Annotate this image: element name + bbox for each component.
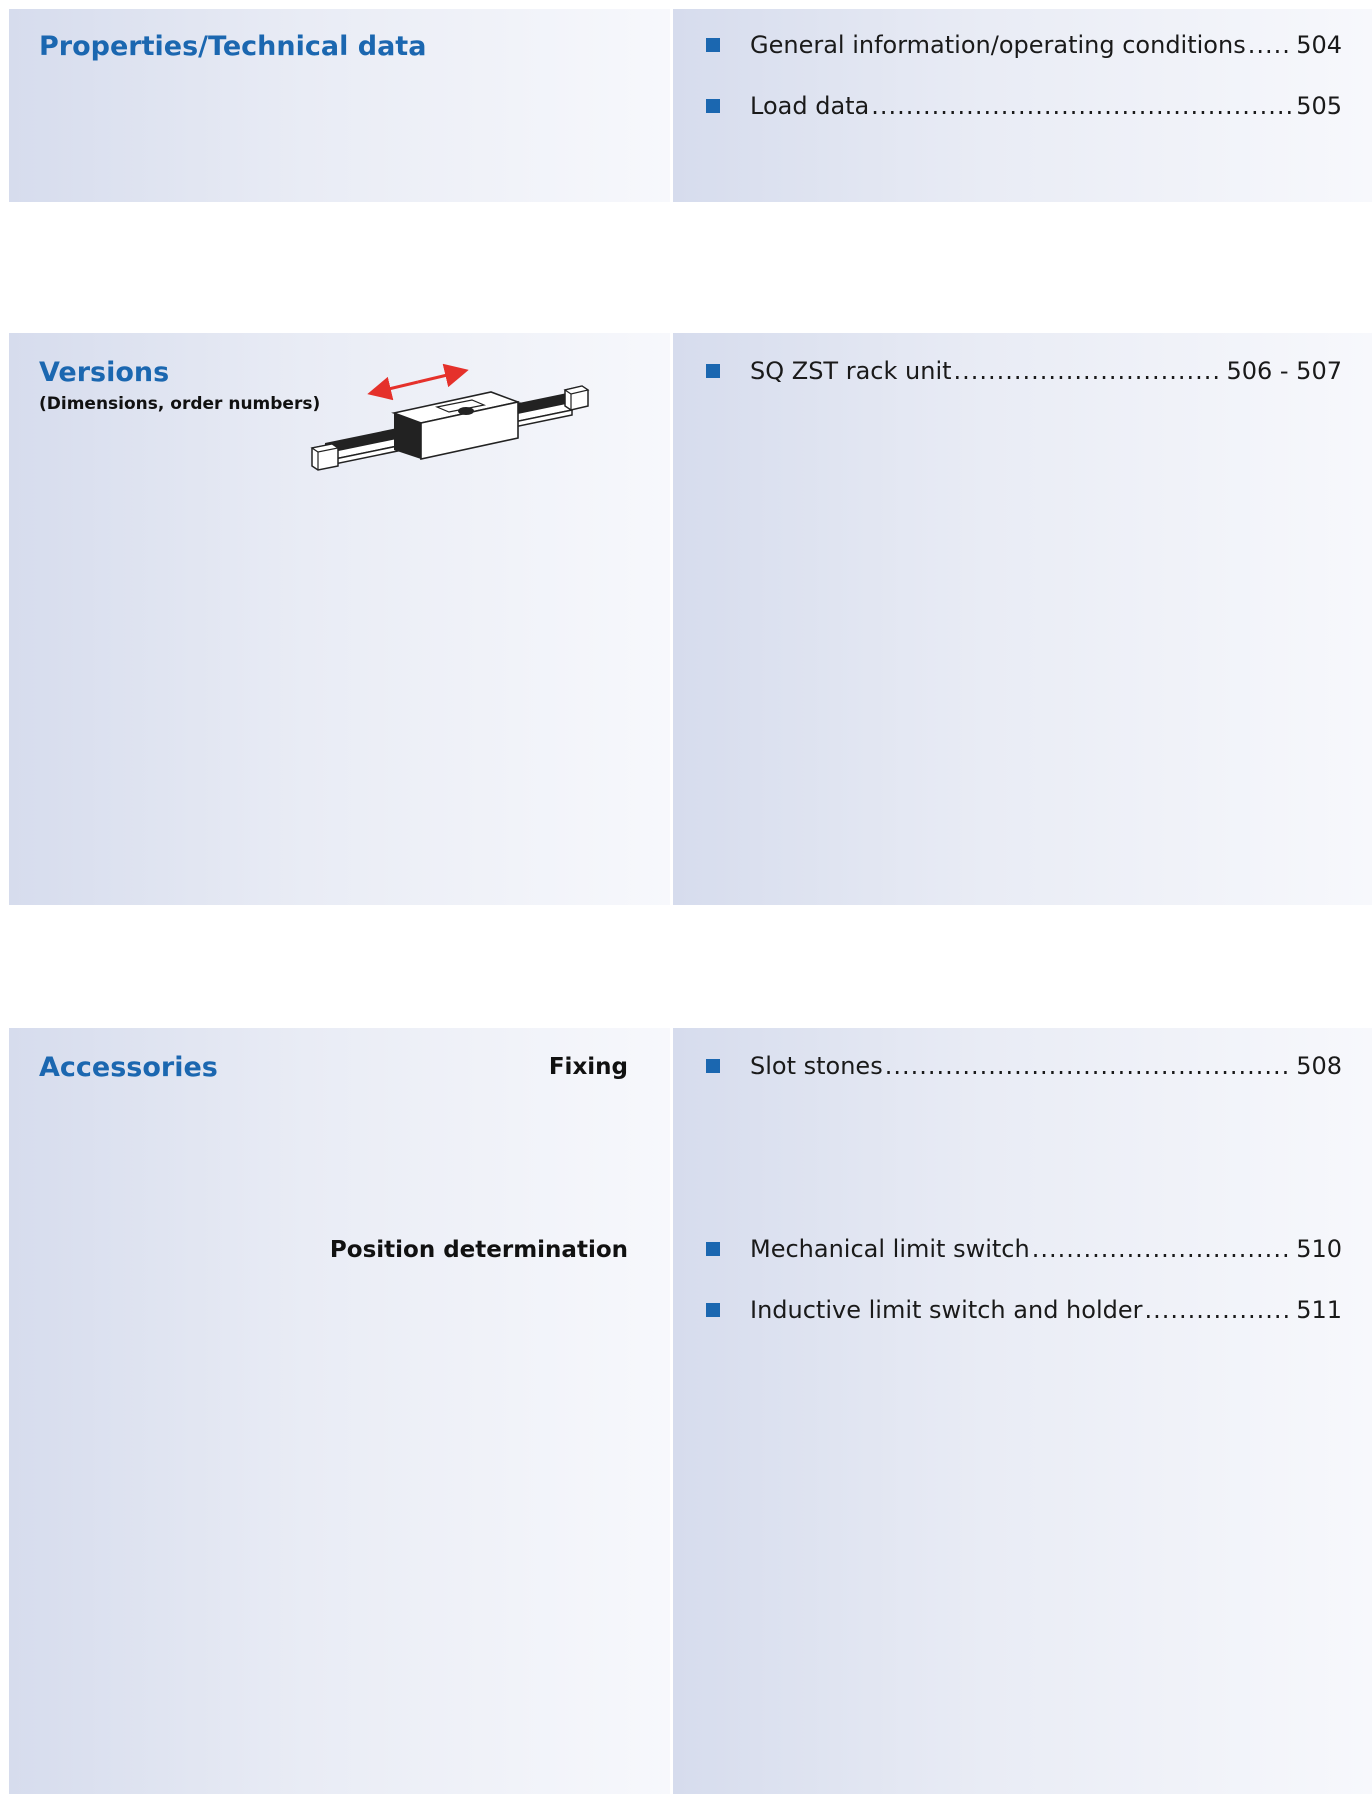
square-bullet-icon [706, 38, 720, 52]
square-bullet-icon [706, 1242, 720, 1256]
section-title-properties: Properties/Technical data [39, 31, 427, 62]
toc-item-general-information[interactable]: General information/operating conditions… [706, 30, 1342, 91]
toc-item-page: 505 [1296, 92, 1342, 120]
toc-item-label: Inductive limit switch and holder [750, 1296, 1143, 1324]
toc-item-label: Mechanical limit switch [750, 1235, 1030, 1263]
properties-toc: General information/operating conditions… [706, 30, 1342, 152]
toc-item-inductive-limit-switch[interactable]: Inductive limit switch and holder 511 [706, 1295, 1342, 1356]
square-bullet-icon [706, 1059, 720, 1073]
toc-item-page: 508 [1296, 1052, 1342, 1080]
toc-item-mechanical-limit-switch[interactable]: Mechanical limit switch 510 [706, 1234, 1342, 1295]
accessories-left-panel [9, 1028, 670, 1794]
fixing-toc: Slot stones 508 [706, 1051, 1342, 1112]
toc-item-sq-zst-rack-unit[interactable]: SQ ZST rack unit 506 - 507 [706, 356, 1342, 417]
dot-leader [1144, 1295, 1292, 1325]
toc-item-load-data[interactable]: Load data 505 [706, 91, 1342, 152]
section-title-versions: Versions [39, 357, 170, 388]
dot-leader [885, 1051, 1292, 1081]
square-bullet-icon [706, 99, 720, 113]
square-bullet-icon [706, 364, 720, 378]
position-determination-toc: Mechanical limit switch 510 Inductive li… [706, 1234, 1342, 1356]
toc-item-page: 506 - 507 [1226, 357, 1342, 385]
dot-leader [1032, 1234, 1292, 1264]
dot-leader [954, 356, 1223, 386]
section-subtitle-versions: (Dimensions, order numbers) [39, 394, 321, 414]
versions-right-panel [673, 333, 1372, 905]
toc-item-label: Load data [750, 92, 870, 120]
versions-toc: SQ ZST rack unit 506 - 507 [706, 356, 1342, 417]
toc-item-page: 511 [1296, 1296, 1342, 1324]
toc-item-label: SQ ZST rack unit [750, 357, 952, 385]
group-label-fixing: Fixing [548, 1054, 628, 1080]
square-bullet-icon [706, 1303, 720, 1317]
toc-item-slot-stones[interactable]: Slot stones 508 [706, 1051, 1342, 1112]
section-title-accessories: Accessories [39, 1052, 218, 1083]
group-label-position-determination: Position determination [329, 1237, 628, 1263]
toc-item-label: Slot stones [750, 1052, 883, 1080]
accessories-right-panel [673, 1028, 1372, 1794]
toc-item-page: 510 [1296, 1235, 1342, 1263]
linear-unit-illustration [310, 363, 590, 471]
toc-item-label: General information/operating conditions [750, 31, 1246, 59]
dot-leader [871, 91, 1292, 121]
dot-leader [1248, 30, 1292, 60]
toc-item-page: 504 [1296, 31, 1342, 59]
